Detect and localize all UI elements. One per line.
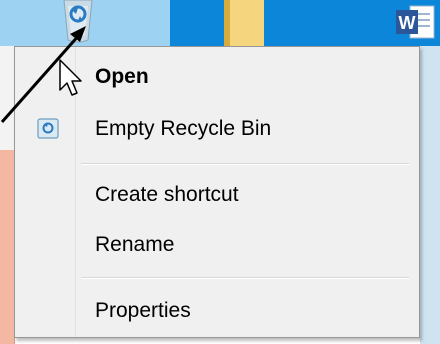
menu-separator	[81, 163, 409, 165]
menu-item-create-shortcut[interactable]: Create shortcut	[75, 171, 415, 219]
word-icon[interactable]: W	[396, 4, 436, 40]
background-window-right-edge	[420, 46, 440, 344]
folder-icon[interactable]	[222, 0, 270, 46]
word-icon-letter: W	[399, 13, 416, 33]
recycle-bin-small-icon	[37, 118, 59, 139]
menu-item-rename[interactable]: Rename	[75, 221, 415, 269]
background-window-peach	[0, 150, 15, 344]
background-window-edge	[0, 46, 14, 150]
menu-separator	[81, 277, 409, 279]
menu-item-label: Create shortcut	[95, 183, 239, 206]
menu-item-open[interactable]: Open	[75, 53, 415, 101]
menu-icon-gutter	[15, 47, 76, 337]
recycle-bin-icon[interactable]	[58, 0, 98, 44]
menu-item-label: Rename	[95, 233, 175, 256]
menu-item-label: Open	[95, 65, 149, 88]
menu-item-empty-recycle-bin[interactable]: Empty Recycle Bin	[75, 105, 415, 153]
context-menu: Open Empty Recycle Bin Create shortcut R…	[14, 46, 420, 338]
menu-item-label: Empty Recycle Bin	[95, 117, 272, 140]
menu-item-properties[interactable]: Properties	[75, 287, 415, 335]
menu-item-label: Properties	[95, 299, 191, 322]
